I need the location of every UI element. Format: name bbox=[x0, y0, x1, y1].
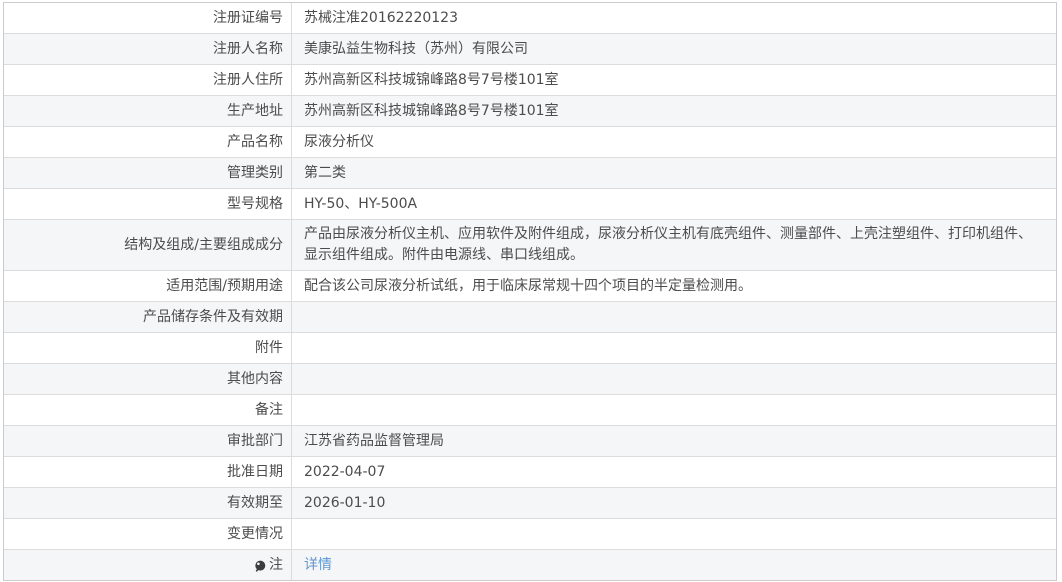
table-row: 结构及组成/主要组成成分 产品由尿液分析仪主机、应用软件及附件组成，尿液分析仪主… bbox=[4, 220, 1056, 271]
row-label: 备注 bbox=[4, 395, 292, 425]
row-label: 型号规格 bbox=[4, 189, 292, 219]
row-value: 尿液分析仪 bbox=[304, 133, 374, 150]
row-value bbox=[292, 395, 1056, 425]
table-row: 产品储存条件及有效期 bbox=[4, 302, 1056, 333]
table-row: 审批部门 江苏省药品监督管理局 bbox=[4, 426, 1056, 457]
row-label: 附件 bbox=[4, 333, 292, 363]
row-label: 适用范围/预期用途 bbox=[4, 271, 292, 301]
table-row: 注册人住所 苏州高新区科技城锦峰路8号7号楼101室 bbox=[4, 65, 1056, 96]
row-value bbox=[292, 519, 1056, 549]
table-row: 备注 bbox=[4, 395, 1056, 426]
table-row-note: 注 详情 bbox=[4, 550, 1056, 580]
row-value: 2022-04-07 bbox=[304, 463, 386, 480]
row-label: 注 bbox=[4, 550, 292, 580]
row-value: 配合该公司尿液分析试纸，用于临床尿常规十四个项目的半定量检测用。 bbox=[304, 277, 752, 294]
row-label: 注册证编号 bbox=[4, 3, 292, 33]
row-value: 2026-01-10 bbox=[304, 494, 386, 511]
row-value: 苏州高新区科技城锦峰路8号7号楼101室 bbox=[304, 71, 559, 88]
table-row: 附件 bbox=[4, 333, 1056, 364]
row-label: 注册人名称 bbox=[4, 34, 292, 64]
table-row: 生产地址 苏州高新区科技城锦峰路8号7号楼101室 bbox=[4, 96, 1056, 127]
row-value bbox=[292, 364, 1056, 394]
bulb-icon bbox=[254, 560, 266, 573]
table-row: 管理类别 第二类 bbox=[4, 158, 1056, 189]
row-value: 苏州高新区科技城锦峰路8号7号楼101室 bbox=[304, 102, 559, 119]
table-row: 其他内容 bbox=[4, 364, 1056, 395]
row-label: 审批部门 bbox=[4, 426, 292, 456]
row-label: 结构及组成/主要组成成分 bbox=[4, 220, 292, 270]
table-row: 适用范围/预期用途 配合该公司尿液分析试纸，用于临床尿常规十四个项目的半定量检测… bbox=[4, 271, 1056, 302]
row-label: 生产地址 bbox=[4, 96, 292, 126]
row-value: 江苏省药品监督管理局 bbox=[304, 432, 444, 449]
row-value bbox=[292, 333, 1056, 363]
row-label: 批准日期 bbox=[4, 457, 292, 487]
table-row: 型号规格 HY-50、HY-500A bbox=[4, 189, 1056, 220]
row-value: 详情 bbox=[292, 550, 1056, 580]
row-label: 变更情况 bbox=[4, 519, 292, 549]
row-label-text: 注 bbox=[269, 556, 283, 573]
row-label: 管理类别 bbox=[4, 158, 292, 188]
row-value bbox=[292, 302, 1056, 332]
table-row: 产品名称 尿液分析仪 bbox=[4, 127, 1056, 158]
table-row: 注册人名称 美康弘益生物科技（苏州）有限公司 bbox=[4, 34, 1056, 65]
table-row: 变更情况 bbox=[4, 519, 1056, 550]
row-value: 美康弘益生物科技（苏州）有限公司 bbox=[304, 40, 528, 57]
table-row: 注册证编号 苏械注准20162220123 bbox=[4, 3, 1056, 34]
detail-link[interactable]: 详情 bbox=[304, 555, 332, 576]
row-value: 产品由尿液分析仪主机、应用软件及附件组成，尿液分析仪主机有底壳组件、测量部件、上… bbox=[304, 226, 1032, 263]
row-value: 第二类 bbox=[304, 164, 346, 181]
row-value: 苏械注准20162220123 bbox=[304, 9, 458, 26]
table-row: 批准日期 2022-04-07 bbox=[4, 457, 1056, 488]
row-value: HY-50、HY-500A bbox=[304, 195, 418, 212]
row-label: 产品储存条件及有效期 bbox=[4, 302, 292, 332]
page: 注册证编号 苏械注准20162220123 注册人名称 美康弘益生物科技（苏州）… bbox=[0, 0, 1062, 582]
row-label: 有效期至 bbox=[4, 488, 292, 518]
row-label: 其他内容 bbox=[4, 364, 292, 394]
registration-table: 注册证编号 苏械注准20162220123 注册人名称 美康弘益生物科技（苏州）… bbox=[3, 2, 1057, 581]
row-label: 产品名称 bbox=[4, 127, 292, 157]
table-row: 有效期至 2026-01-10 bbox=[4, 488, 1056, 519]
row-label: 注册人住所 bbox=[4, 65, 292, 95]
